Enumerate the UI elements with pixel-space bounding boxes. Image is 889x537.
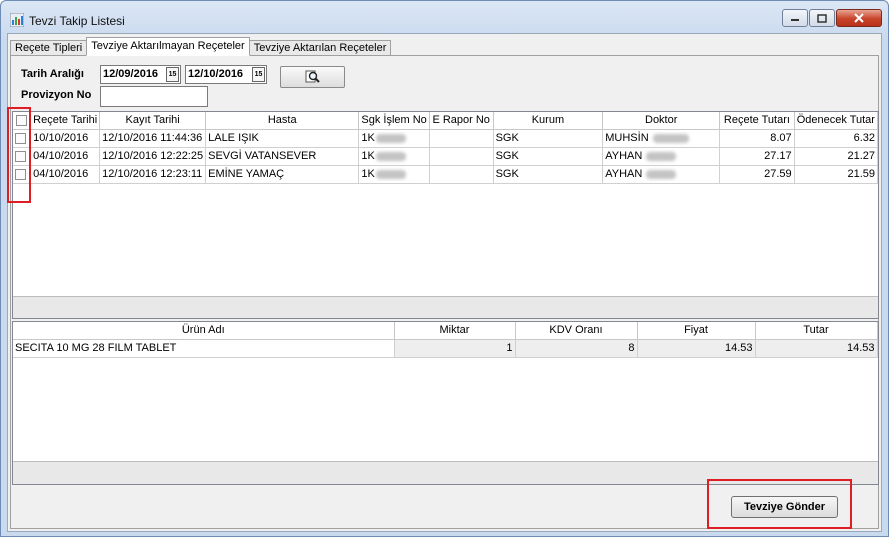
- sgk-islem-no-value: 1K: [361, 132, 375, 144]
- close-button[interactable]: [836, 9, 882, 27]
- column-header[interactable]: Kayıt Tarihi: [99, 112, 207, 130]
- fiyat-cell: 14.53: [637, 339, 756, 358]
- column-header[interactable]: Miktar: [394, 322, 516, 340]
- sgk-islem-no-cell: 1K: [358, 129, 430, 148]
- e-rapor-no-cell: [429, 129, 494, 148]
- odenecek-tutar-cell: 21.27: [794, 147, 878, 166]
- sgk-islem-no-cell: 1K: [358, 147, 430, 166]
- doktor-value: AYHAN: [605, 150, 643, 162]
- app-window: Tevzi Takip Listesi Reçete Tipleri Tevzi…: [0, 0, 889, 537]
- tab-tevziye-aktarilmayan[interactable]: Tevziye Aktarılmayan Reçeteler: [86, 37, 250, 56]
- redacted-blur: [646, 151, 677, 161]
- prescription-grid-footer: [13, 296, 878, 318]
- urun-adi-cell: SECITA 10 MG 28 FILM TABLET: [13, 339, 395, 358]
- product-table: Ürün Adı Miktar KDV Oranı Fiyat Tutar SE…: [13, 322, 878, 358]
- e-rapor-no-cell: [429, 147, 494, 166]
- redacted-blur: [646, 169, 677, 179]
- odenecek-tutar-cell: 21.59: [794, 165, 878, 184]
- redacted-blur: [375, 169, 406, 179]
- window-title: Tevzi Takip Listesi: [29, 14, 125, 28]
- calendar-icon[interactable]: 15: [252, 67, 265, 82]
- kdv-orani-cell: 8: [515, 339, 638, 358]
- date-from-value: 12/09/2016: [103, 68, 159, 80]
- sgk-islem-no-value: 1K: [361, 150, 375, 162]
- tutar-cell: 14.53: [755, 339, 878, 358]
- table-row[interactable]: 04/10/2016 12/10/2016 12:23:11 EMİNE YAM…: [13, 165, 878, 184]
- kayit-tarihi-cell: 12/10/2016 12:22:25: [99, 147, 207, 166]
- close-icon: [854, 13, 864, 23]
- recete-tutari-cell: 27.59: [719, 165, 795, 184]
- client-area: Reçete Tipleri Tevziye Aktarılmayan Reçe…: [7, 33, 882, 532]
- redacted-blur: [375, 151, 406, 161]
- maximize-icon: [817, 13, 827, 23]
- doktor-cell: MUHSİN: [602, 129, 721, 148]
- doktor-cell: AYHAN: [602, 147, 721, 166]
- redacted-blur: [652, 133, 689, 143]
- maximize-button[interactable]: [809, 9, 835, 27]
- column-header[interactable]: Reçete Tutarı: [719, 112, 795, 130]
- recete-tarihi-cell: 04/10/2016: [30, 165, 101, 184]
- search-button[interactable]: [280, 66, 345, 88]
- highlight-box-checkboxes: [7, 107, 31, 203]
- minimize-icon: [791, 19, 799, 21]
- product-header-row: Ürün Adı Miktar KDV Oranı Fiyat Tutar: [13, 322, 878, 340]
- recete-tutari-cell: 8.07: [719, 129, 795, 148]
- table-row[interactable]: 10/10/2016 12/10/2016 11:44:36 LALE IŞIK…: [13, 129, 878, 148]
- date-range-label: Tarih Aralığı: [21, 68, 84, 80]
- hasta-cell: LALE IŞIK: [205, 129, 360, 148]
- tab-tevziye-aktarilan[interactable]: Tevziye Aktarılan Reçeteler: [248, 40, 392, 56]
- sgk-islem-no-cell: 1K: [358, 165, 430, 184]
- kayit-tarihi-cell: 12/10/2016 12:23:11: [99, 165, 207, 184]
- provision-input[interactable]: [100, 86, 208, 107]
- column-header[interactable]: Kurum: [493, 112, 604, 130]
- product-grid: Ürün Adı Miktar KDV Oranı Fiyat Tutar SE…: [12, 321, 879, 485]
- column-header[interactable]: Fiyat: [637, 322, 756, 340]
- search-icon: [305, 70, 320, 83]
- date-to-field[interactable]: 12/10/2016 15: [185, 65, 267, 84]
- date-to-value: 12/10/2016: [188, 68, 244, 80]
- title-bar[interactable]: Tevzi Takip Listesi: [1, 1, 888, 33]
- tab-panel: Tarih Aralığı 12/09/2016 15 12/10/2016 1…: [10, 55, 879, 529]
- recete-tutari-cell: 27.17: [719, 147, 795, 166]
- kayit-tarihi-cell: 12/10/2016 11:44:36: [99, 129, 207, 148]
- prescription-table: Reçete Tarihi Kayıt Tarihi Hasta Sgk İşl…: [13, 112, 878, 184]
- hasta-cell: EMİNE YAMAÇ: [205, 165, 360, 184]
- table-row[interactable]: 04/10/2016 12/10/2016 12:22:25 SEVGİ VAT…: [13, 147, 878, 166]
- prescription-grid: Reçete Tarihi Kayıt Tarihi Hasta Sgk İşl…: [12, 111, 879, 319]
- hasta-cell: SEVGİ VATANSEVER: [205, 147, 360, 166]
- e-rapor-no-cell: [429, 165, 494, 184]
- kurum-cell: SGK: [493, 129, 604, 148]
- table-row[interactable]: SECITA 10 MG 28 FILM TABLET 1 8 14.53 14…: [13, 339, 878, 358]
- date-from-field[interactable]: 12/09/2016 15: [100, 65, 181, 84]
- tab-recete-tipleri[interactable]: Reçete Tipleri: [10, 40, 88, 56]
- sgk-islem-no-value: 1K: [361, 168, 375, 180]
- column-header[interactable]: Reçete Tarihi: [30, 112, 101, 130]
- highlight-box-send-button: [707, 479, 852, 529]
- column-header[interactable]: Hasta: [205, 112, 360, 130]
- column-header[interactable]: Ürün Adı: [13, 322, 395, 340]
- tab-strip: Reçete Tipleri Tevziye Aktarılmayan Reçe…: [10, 37, 392, 56]
- calendar-icon[interactable]: 15: [166, 67, 179, 82]
- column-header[interactable]: Ödenecek Tutar: [794, 112, 878, 130]
- chart-app-icon: [10, 13, 24, 27]
- provision-label: Provizyon No: [21, 89, 92, 101]
- kurum-cell: SGK: [493, 147, 604, 166]
- column-header[interactable]: E Rapor No: [429, 112, 494, 130]
- recete-tarihi-cell: 10/10/2016: [30, 129, 101, 148]
- doktor-value: MUHSİN: [605, 132, 649, 144]
- doktor-value: AYHAN: [605, 168, 643, 180]
- column-header[interactable]: Sgk İşlem No: [358, 112, 430, 130]
- miktar-cell: 1: [394, 339, 516, 358]
- column-header[interactable]: KDV Oranı: [515, 322, 638, 340]
- minimize-button[interactable]: [782, 9, 808, 27]
- odenecek-tutar-cell: 6.32: [794, 129, 878, 148]
- doktor-cell: AYHAN: [602, 165, 721, 184]
- column-header[interactable]: Doktor: [602, 112, 721, 130]
- prescription-header-row: Reçete Tarihi Kayıt Tarihi Hasta Sgk İşl…: [13, 112, 878, 130]
- redacted-blur: [375, 133, 406, 143]
- kurum-cell: SGK: [493, 165, 604, 184]
- column-header[interactable]: Tutar: [755, 322, 878, 340]
- recete-tarihi-cell: 04/10/2016: [30, 147, 101, 166]
